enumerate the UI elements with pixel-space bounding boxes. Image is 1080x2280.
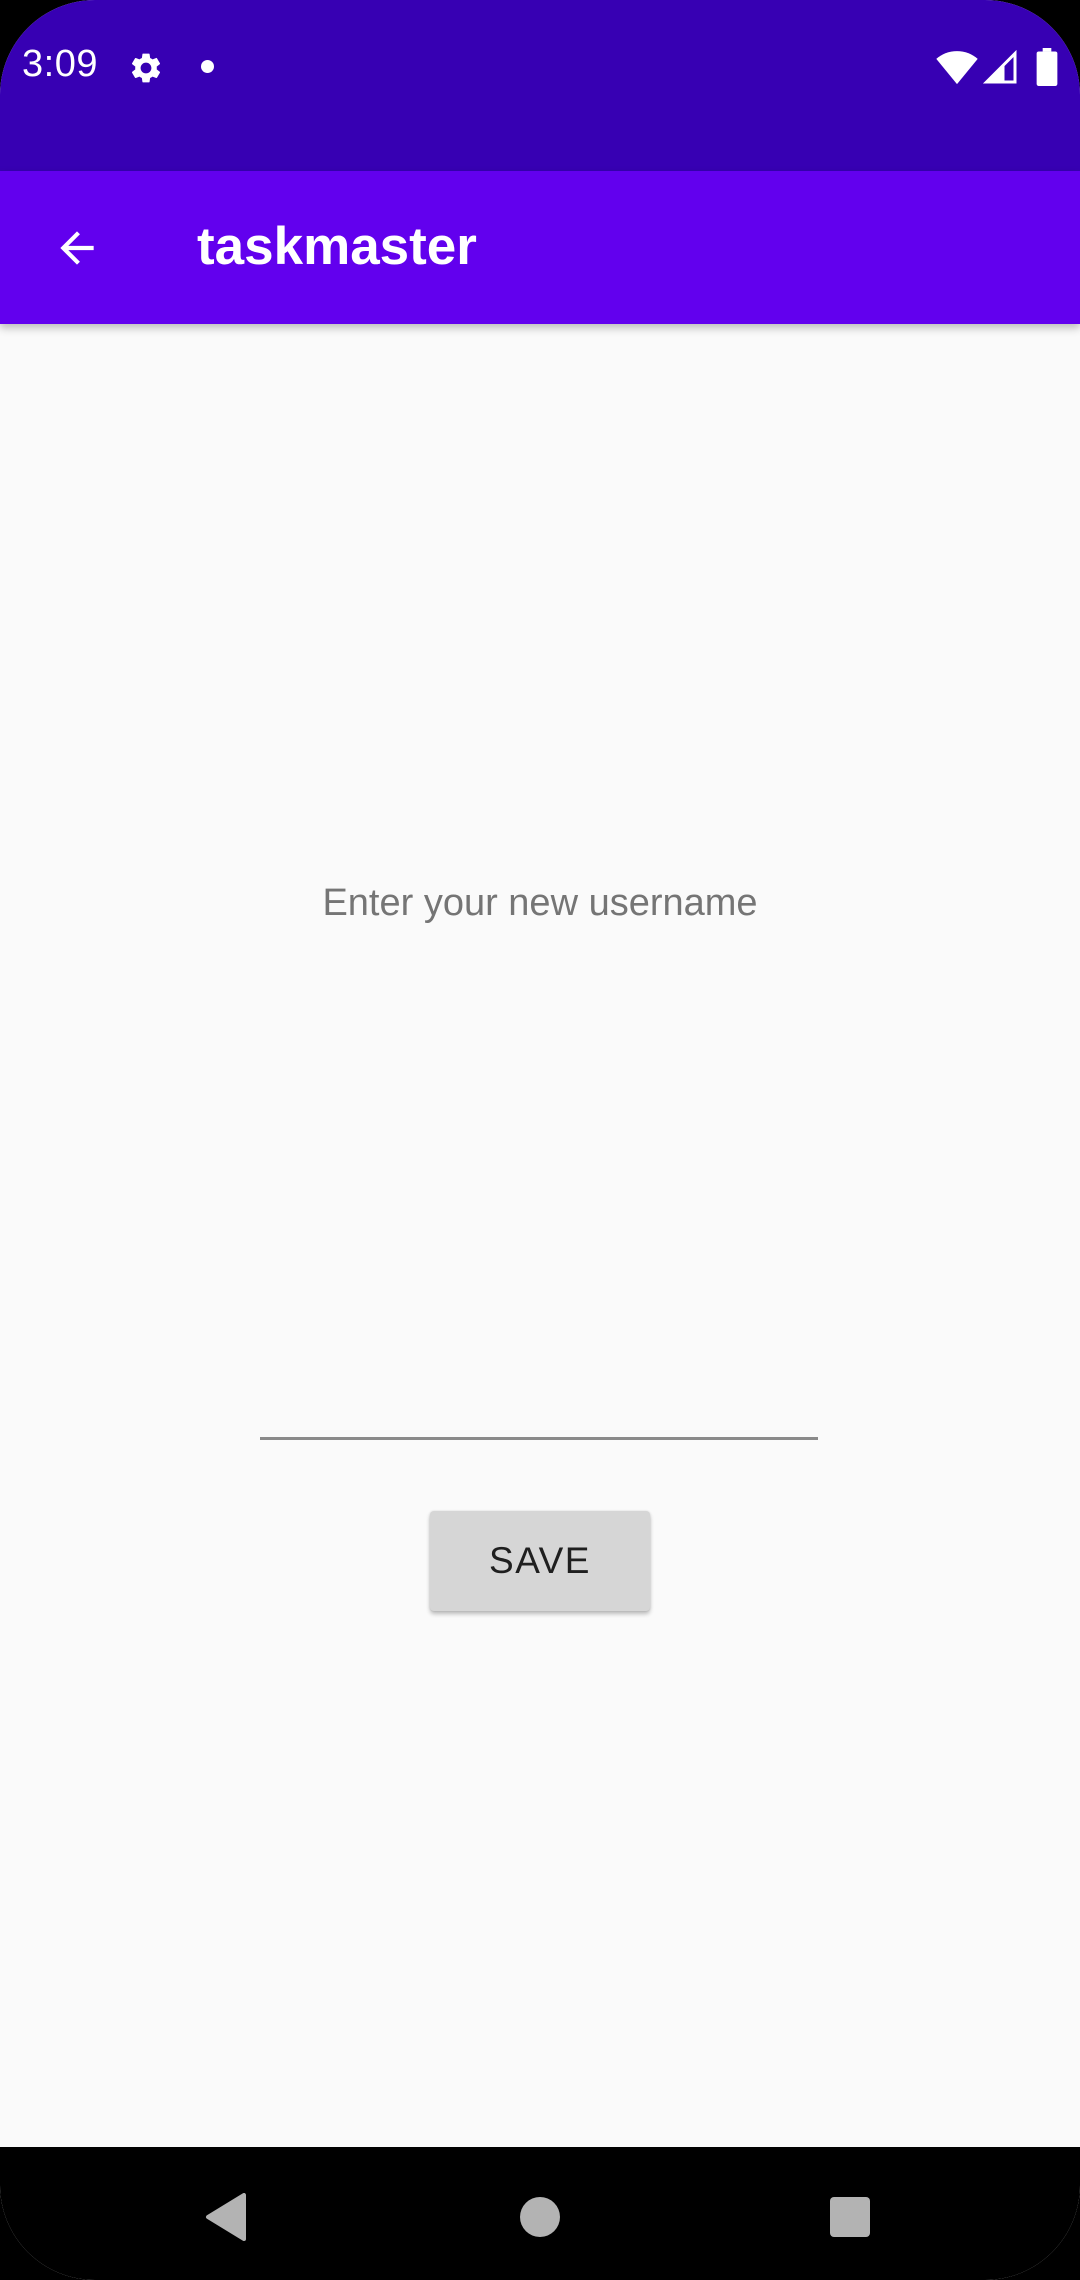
arrow-back-icon [60,231,94,265]
status-bar: 3:09 [0,0,1080,171]
phone-screen: 3:09 taskmaster Enter your new username … [0,0,1080,2280]
signal-icon [982,49,1017,84]
username-prompt-label: Enter your new username [322,882,758,924]
notification-dot-icon [201,60,214,73]
nav-recents-icon [830,2197,870,2237]
nav-recents-button[interactable] [800,2167,900,2267]
back-button[interactable] [30,201,124,295]
wifi-icon [936,51,978,85]
nav-home-icon [520,2197,560,2237]
app-bar: taskmaster [0,171,1080,324]
gear-icon [131,53,161,83]
navigation-bar [0,2147,1080,2280]
nav-back-button[interactable] [176,2167,276,2267]
nav-back-icon [206,2193,246,2241]
status-time: 3:09 [22,43,98,85]
nav-home-button[interactable] [490,2167,590,2267]
username-input[interactable] [260,1330,818,1440]
battery-icon [1036,48,1058,86]
app-title: taskmaster [197,217,477,276]
save-button[interactable]: SAVE [430,1511,650,1611]
main-content: Enter your new username SAVE [0,324,1080,2147]
